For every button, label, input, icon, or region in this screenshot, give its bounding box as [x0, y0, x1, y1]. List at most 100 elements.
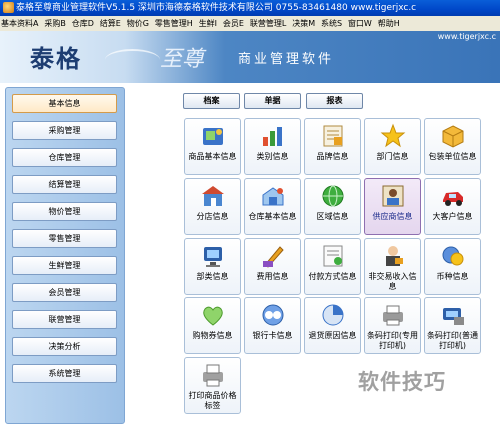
package-unit-icon	[442, 125, 464, 148]
key-customer-car-icon	[443, 192, 463, 206]
tile-label: 退货原因信息	[308, 331, 357, 340]
division-icon	[204, 247, 222, 267]
tile-expense-info[interactable]: 费用信息	[244, 238, 301, 295]
menu-system[interactable]: 系统S	[320, 16, 343, 31]
brand-logo: 泰格	[30, 44, 82, 73]
website-text: www.tigerjxc.c	[437, 32, 496, 41]
menu-joint[interactable]: 联营管理L	[249, 16, 287, 31]
voucher-heart-icon	[203, 306, 223, 326]
title-bar: 泰格至尊商业管理软件V5.1.5 深圳市海德泰格软件技术有限公司 0755-83…	[0, 0, 500, 16]
menu-settlement[interactable]: 结算E	[99, 16, 122, 31]
menu-window[interactable]: 窗口W	[347, 16, 373, 31]
supplier-icon	[382, 185, 404, 207]
tile-label: 条码打印(普通打印机)	[426, 331, 479, 350]
tile-key-customer-info[interactable]: 大客户信息	[424, 178, 481, 235]
tile-currency-info[interactable]: 币种信息	[424, 238, 481, 295]
menu-price[interactable]: 物价G	[126, 16, 150, 31]
tile-label: 类别信息	[256, 152, 289, 161]
tile-label: 大客户信息	[432, 212, 473, 221]
return-reason-icon	[322, 304, 344, 326]
menu-warehouse[interactable]: 仓库D	[71, 16, 95, 31]
sidebar-item-member[interactable]: 会员管理	[12, 283, 117, 302]
tab-documents[interactable]: 单据	[244, 93, 301, 109]
sidebar-item-purchase[interactable]: 采购管理	[12, 121, 117, 140]
product-description: 商业管理软件	[238, 52, 335, 67]
department-star-icon	[380, 123, 406, 148]
tile-label: 非交易收入信息	[368, 272, 417, 291]
branch-store-icon	[202, 186, 224, 206]
tile-brand-info[interactable]: 品牌信息	[304, 118, 361, 175]
tile-non-trade-income-info[interactable]: 非交易收入信息	[364, 238, 421, 295]
sidebar-item-price[interactable]: 物价管理	[12, 202, 117, 221]
tile-warehouse-info[interactable]: 仓库基本信息	[244, 178, 301, 235]
brand-subtitle: 至尊	[160, 47, 205, 72]
price-label-printer-icon	[203, 364, 223, 387]
window-title: 泰格至尊商业管理软件V5.1.5 深圳市海德泰格软件技术有限公司 0755-83…	[16, 3, 417, 13]
barcode-printer-icon	[383, 305, 403, 326]
barcode-printer-normal-icon	[443, 308, 464, 325]
tile-payment-method-info[interactable]: 付款方式信息	[304, 238, 361, 295]
tab-archive[interactable]: 档案	[183, 93, 240, 109]
tile-label: 商品基本信息	[188, 152, 237, 161]
sidebar-item-decision[interactable]: 决策分析	[12, 337, 117, 356]
tile-region-info[interactable]: 区域信息	[304, 178, 361, 235]
tile-barcode-print-special[interactable]: 条码打印(专用打印机)	[364, 297, 421, 354]
tile-label: 打印商品价格标签	[188, 391, 237, 410]
tile-label: 币种信息	[436, 272, 469, 281]
brand-icon	[323, 125, 343, 147]
sidebar-item-basic-info[interactable]: 基本信息	[12, 94, 117, 113]
app-icon	[3, 2, 14, 13]
tile-label: 银行卡信息	[252, 331, 293, 340]
sidebar-item-settlement[interactable]: 结算管理	[12, 175, 117, 194]
payment-method-icon	[323, 245, 343, 267]
menu-retail[interactable]: 零售管理H	[154, 16, 194, 31]
expense-icon	[263, 246, 284, 268]
menu-fresh[interactable]: 生鲜I	[198, 16, 218, 31]
tile-division-info[interactable]: 部类信息	[184, 238, 241, 295]
menu-member[interactable]: 会员E	[222, 16, 245, 31]
sidebar-item-system[interactable]: 系统管理	[12, 364, 117, 383]
menu-basic[interactable]: 基本资料A	[0, 16, 39, 31]
tile-label: 分店信息	[196, 212, 229, 221]
menu-help[interactable]: 帮助H	[377, 16, 401, 31]
tile-product-info[interactable]: 商品基本信息	[184, 118, 241, 175]
sidebar-item-warehouse[interactable]: 仓库管理	[12, 148, 117, 167]
tile-label: 区域信息	[316, 212, 349, 221]
bank-card-icon	[262, 304, 284, 326]
currency-icon	[442, 246, 464, 266]
tile-label: 部门信息	[376, 152, 409, 161]
menu-purchase[interactable]: 采购B	[43, 16, 67, 31]
tile-label: 供应商信息	[372, 212, 413, 221]
tile-return-reason-info[interactable]: 退货原因信息	[304, 297, 361, 354]
tile-department-info[interactable]: 部门信息	[364, 118, 421, 175]
tile-bank-card-info[interactable]: 银行卡信息	[244, 297, 301, 354]
watermark-text: 软件技巧	[358, 370, 446, 394]
menu-bar: 基本资料A 采购B 仓库D 结算E 物价G 零售管理H 生鲜I 会员E 联营管理…	[0, 16, 500, 32]
tile-label: 包装单位信息	[428, 152, 477, 161]
sidebar-item-retail[interactable]: 零售管理	[12, 229, 117, 248]
tile-label: 付款方式信息	[308, 272, 357, 281]
tile-branch-info[interactable]: 分店信息	[184, 178, 241, 235]
menu-decision[interactable]: 决策M	[291, 16, 316, 31]
tile-label: 品牌信息	[316, 152, 349, 161]
tile-price-label-print[interactable]: 打印商品价格标签	[184, 357, 241, 414]
banner-swoosh	[105, 49, 160, 71]
product-icon	[203, 128, 223, 145]
sidebar-item-fresh[interactable]: 生鲜管理	[12, 256, 117, 275]
category-icon	[263, 127, 282, 146]
tile-voucher-info[interactable]: 购物券信息	[184, 297, 241, 354]
region-globe-icon	[322, 185, 344, 207]
tile-supplier-info[interactable]: 供应商信息	[364, 178, 421, 235]
tab-reports[interactable]: 报表	[306, 93, 363, 109]
tile-package-unit-info[interactable]: 包装单位信息	[424, 118, 481, 175]
tile-label: 部类信息	[196, 272, 229, 281]
warehouse-icon	[262, 187, 284, 206]
tile-barcode-print-normal[interactable]: 条码打印(普通打印机)	[424, 297, 481, 354]
tile-label: 仓库基本信息	[248, 212, 297, 221]
sidebar-item-joint[interactable]: 联营管理	[12, 310, 117, 329]
tile-label: 条码打印(专用打印机)	[366, 331, 419, 350]
tile-label: 费用信息	[256, 272, 289, 281]
non-trade-income-icon	[386, 246, 403, 266]
tile-category-info[interactable]: 类别信息	[244, 118, 301, 175]
tile-label: 购物券信息	[192, 331, 233, 340]
